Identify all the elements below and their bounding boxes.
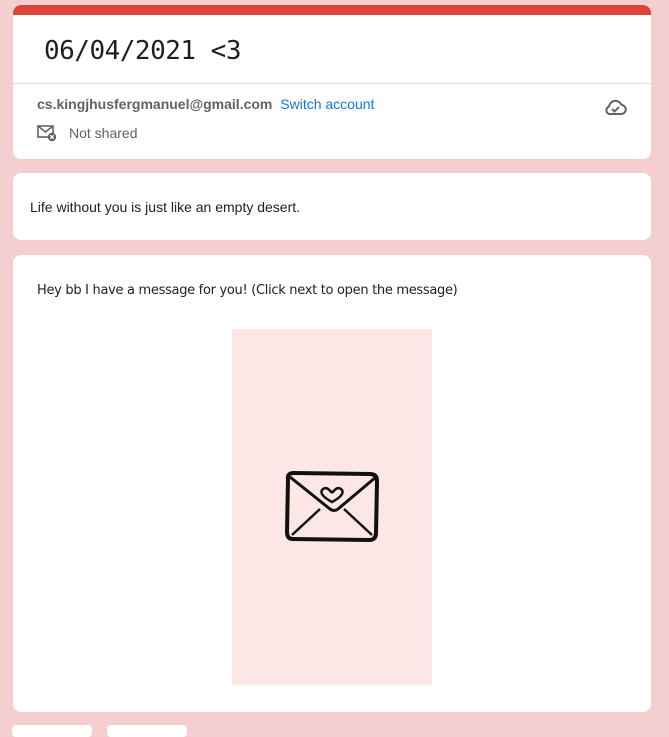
sharing-status: Not shared: [37, 124, 137, 142]
form-title: 06/04/2021 <3: [44, 36, 242, 66]
cloud-saved-icon[interactable]: [603, 97, 627, 117]
message-card: Hey bb I have a message for you! (Click …: [13, 255, 651, 712]
switch-account-link[interactable]: Switch account: [280, 96, 374, 112]
header-divider: [13, 83, 651, 84]
envelope-image: [232, 329, 432, 685]
message-text: Hey bb I have a message for you! (Click …: [37, 283, 458, 298]
back-button[interactable]: [12, 725, 92, 737]
account-row: cs.kingjhusfergmanuel@gmail.com Switch a…: [37, 96, 374, 112]
form-header-card: 06/04/2021 <3 cs.kingjhusfergmanuel@gmai…: [13, 5, 651, 159]
mail-not-shared-icon: [37, 125, 57, 142]
form-accent-bar: [13, 5, 651, 15]
description-text: Life without you is just like an empty d…: [30, 199, 301, 215]
sharing-status-label: Not shared: [69, 125, 138, 141]
account-email: cs.kingjhusfergmanuel@gmail.com: [37, 96, 273, 112]
description-card: Life without you is just like an empty d…: [13, 173, 651, 240]
envelope-heart-icon: [285, 471, 379, 542]
next-button[interactable]: [107, 725, 187, 737]
